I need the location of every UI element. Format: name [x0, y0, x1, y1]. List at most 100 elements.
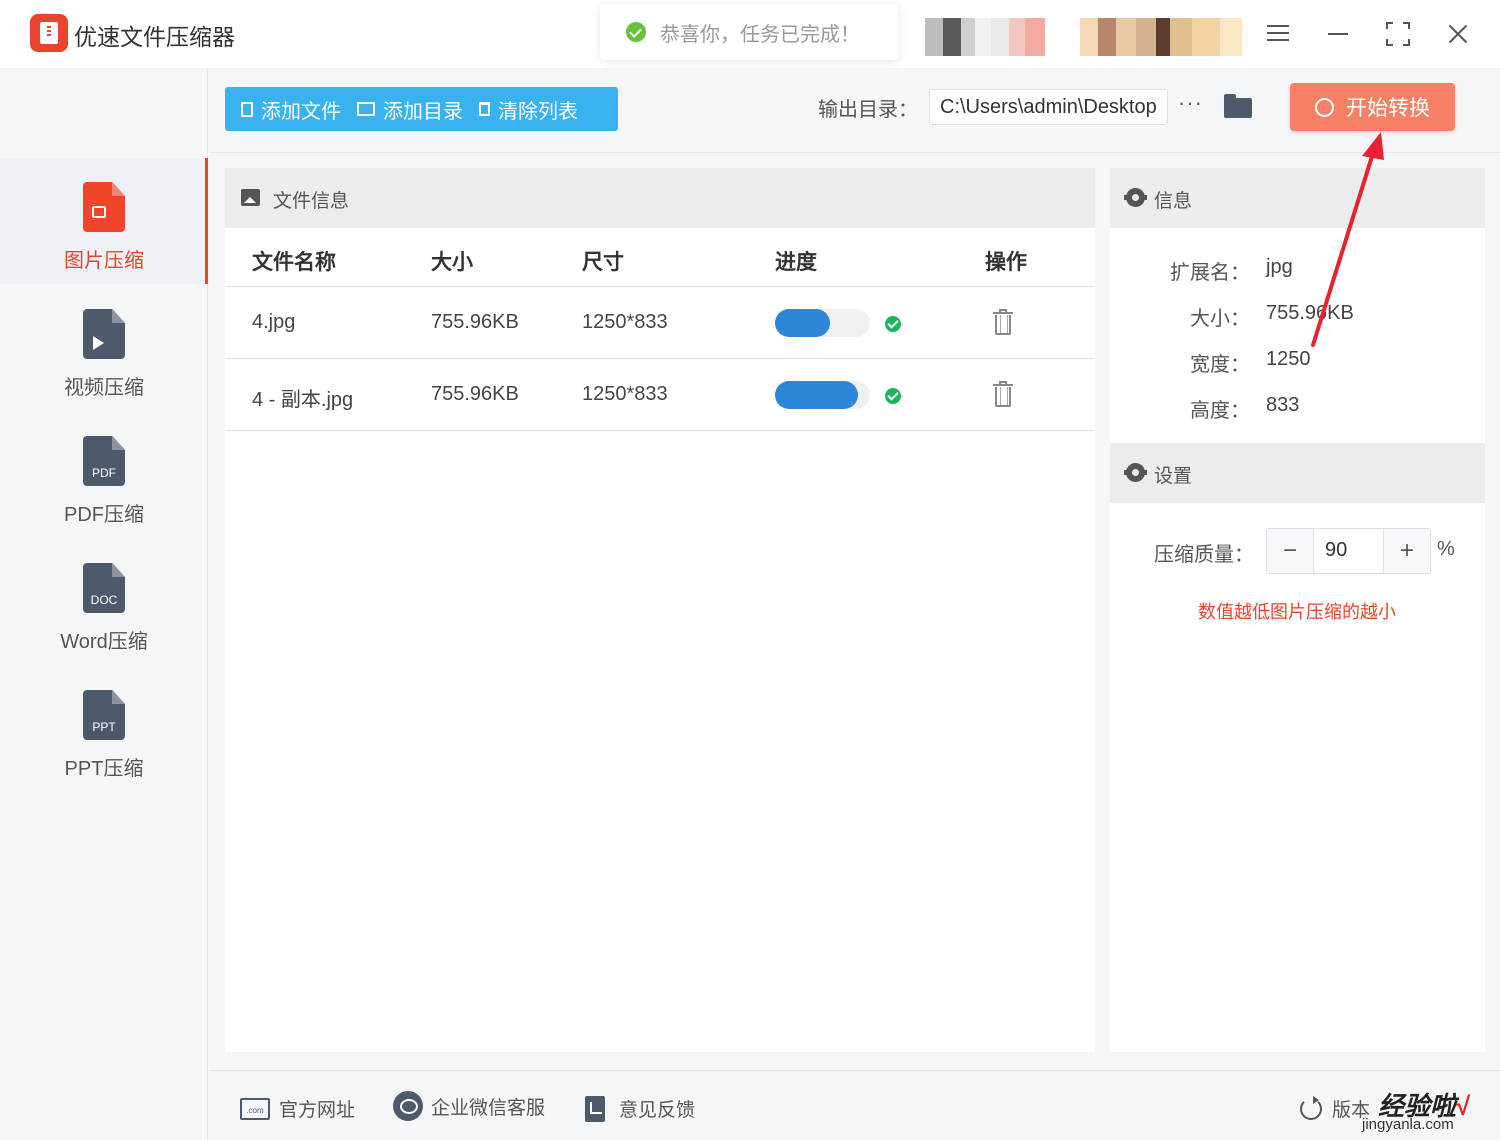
file-size: 755.96KB: [431, 311, 519, 333]
more-options-icon[interactable]: ···: [1178, 92, 1206, 116]
feedback-label: 意见反馈: [619, 1100, 696, 1121]
minimize-icon[interactable]: [1320, 16, 1356, 52]
file-icon: [241, 101, 253, 117]
info-panel: 信息 扩展名： jpg 大小： 755.96KB 宽度： 1250 高度： 83…: [1110, 168, 1485, 1052]
file-list-panel: 文件信息 文件名称 大小 尺寸 进度 操作 4.jpg 755.96KB 125…: [225, 168, 1095, 1052]
version-link[interactable]: 版本: [1300, 1095, 1370, 1122]
width-label: 宽度：: [1190, 354, 1250, 376]
toast-message: 恭喜你，任务已完成！: [660, 23, 860, 46]
user-avatar[interactable]: [925, 18, 1045, 56]
add-file-label: 添加文件: [261, 100, 341, 123]
sidebar-item-video[interactable]: 视频压缩: [0, 285, 208, 411]
column-header-name: 文件名称: [252, 251, 336, 274]
progress-fill: [775, 381, 858, 409]
sidebar-item-label: PDF压缩: [64, 504, 144, 526]
clear-list-label: 清除列表: [498, 100, 578, 123]
gear-icon: [1124, 188, 1147, 207]
website-icon: .com: [240, 1097, 270, 1120]
height-value: 833: [1266, 394, 1300, 416]
maximize-icon[interactable]: [1380, 16, 1416, 52]
add-folder-button[interactable]: 添加目录: [341, 87, 463, 131]
open-folder-icon[interactable]: [1224, 94, 1252, 118]
divider: [225, 286, 1095, 287]
close-icon[interactable]: [1440, 16, 1476, 52]
start-convert-button[interactable]: 开始转换: [1290, 83, 1455, 131]
output-dir-label: 输出目录：: [818, 99, 918, 121]
progress-bar: [775, 309, 870, 337]
file-panel-header: 文件信息: [225, 168, 1095, 228]
column-header-progress: 进度: [775, 251, 817, 274]
user-name-pixelated[interactable]: [1080, 18, 1242, 56]
feedback-link[interactable]: 意见反馈: [585, 1095, 695, 1122]
delete-trash-icon[interactable]: [993, 309, 1013, 335]
quality-stepper: − 90 +: [1266, 528, 1431, 574]
column-header-size: 大小: [431, 251, 473, 274]
sidebar-item-label: 视频压缩: [64, 377, 144, 399]
ppt-file-icon: PPT: [83, 690, 125, 740]
settings-title: 设置: [1154, 466, 1193, 487]
feedback-icon: [585, 1095, 605, 1122]
watermark-url: jingyanla.com: [1362, 1116, 1454, 1133]
sidebar-item-ppt[interactable]: PPT PPT压缩: [0, 666, 208, 792]
sidebar-item-label: 图片压缩: [64, 250, 144, 272]
add-file-button[interactable]: 添加文件: [225, 87, 341, 131]
divider: [225, 358, 1095, 359]
doc-file-icon: DOC: [83, 563, 125, 613]
add-folder-label: 添加目录: [383, 100, 463, 123]
height-label: 高度：: [1190, 400, 1250, 422]
increment-button[interactable]: +: [1383, 529, 1430, 573]
chat-icon: [393, 1091, 423, 1121]
settings-header: 设置: [1110, 443, 1485, 503]
progress-fill: [775, 309, 831, 337]
folder-outline-icon: [357, 102, 375, 116]
pdf-file-icon: PDF: [83, 436, 125, 486]
divider: [225, 430, 1095, 431]
success-toast: 恭喜你，任务已完成！: [600, 4, 898, 60]
refresh-icon: [1300, 1095, 1322, 1120]
website-link[interactable]: .com 官方网址: [240, 1095, 355, 1122]
website-label: 官方网址: [279, 1100, 356, 1121]
app-title: 优速文件压缩器: [74, 24, 235, 50]
done-check-icon: [885, 388, 901, 404]
footer: .com 官方网址 企业微信客服 意见反馈 版本: [210, 1070, 1500, 1140]
size-value: 755.96KB: [1266, 302, 1354, 324]
title-bar: 优速文件压缩器 恭喜你，任务已完成！: [0, 0, 1500, 68]
file-dimensions: 1250*833: [582, 311, 668, 333]
quality-label: 压缩质量：: [1154, 544, 1254, 566]
size-label: 大小：: [1190, 308, 1250, 330]
success-check-icon: [626, 22, 646, 42]
file-name: 4.jpg: [252, 311, 296, 333]
extension-value: jpg: [1266, 256, 1293, 278]
column-header-dimensions: 尺寸: [582, 251, 624, 274]
wechat-support-link[interactable]: 企业微信客服: [393, 1091, 545, 1121]
delete-trash-icon[interactable]: [993, 381, 1013, 407]
watermark-check: √: [1456, 1091, 1471, 1121]
progress-bar: [775, 381, 870, 409]
decrement-button[interactable]: −: [1267, 529, 1314, 573]
image-icon: [241, 189, 260, 206]
app-logo-icon: [30, 14, 68, 52]
sidebar-item-image[interactable]: 图片压缩: [0, 158, 208, 284]
video-file-icon: [83, 309, 125, 359]
done-check-icon: [885, 316, 901, 332]
quality-hint: 数值越低图片压缩的越小: [1198, 602, 1396, 622]
extension-label: 扩展名：: [1170, 262, 1250, 284]
circle-icon: [1315, 97, 1334, 117]
width-value: 1250: [1266, 348, 1311, 370]
quality-input[interactable]: 90: [1325, 539, 1347, 562]
clear-list-button[interactable]: 清除列表: [463, 87, 578, 131]
trash-small-icon: [479, 102, 490, 116]
wechat-label: 企业微信客服: [431, 1097, 546, 1119]
sidebar-item-label: PPT压缩: [64, 758, 144, 780]
output-dir-input[interactable]: [929, 89, 1168, 125]
percent-unit: %: [1437, 538, 1455, 560]
image-file-icon: [83, 182, 125, 232]
sidebar-item-word[interactable]: DOC Word压缩: [0, 539, 208, 665]
info-title: 信息: [1154, 191, 1193, 212]
menu-icon[interactable]: [1260, 16, 1296, 52]
file-toolbar: 添加文件 添加目录 清除列表: [225, 87, 618, 131]
gear-icon: [1124, 463, 1147, 482]
sidebar-item-pdf[interactable]: PDF PDF压缩: [0, 412, 208, 538]
divider: [210, 152, 1500, 153]
start-convert-label: 开始转换: [1346, 97, 1430, 120]
